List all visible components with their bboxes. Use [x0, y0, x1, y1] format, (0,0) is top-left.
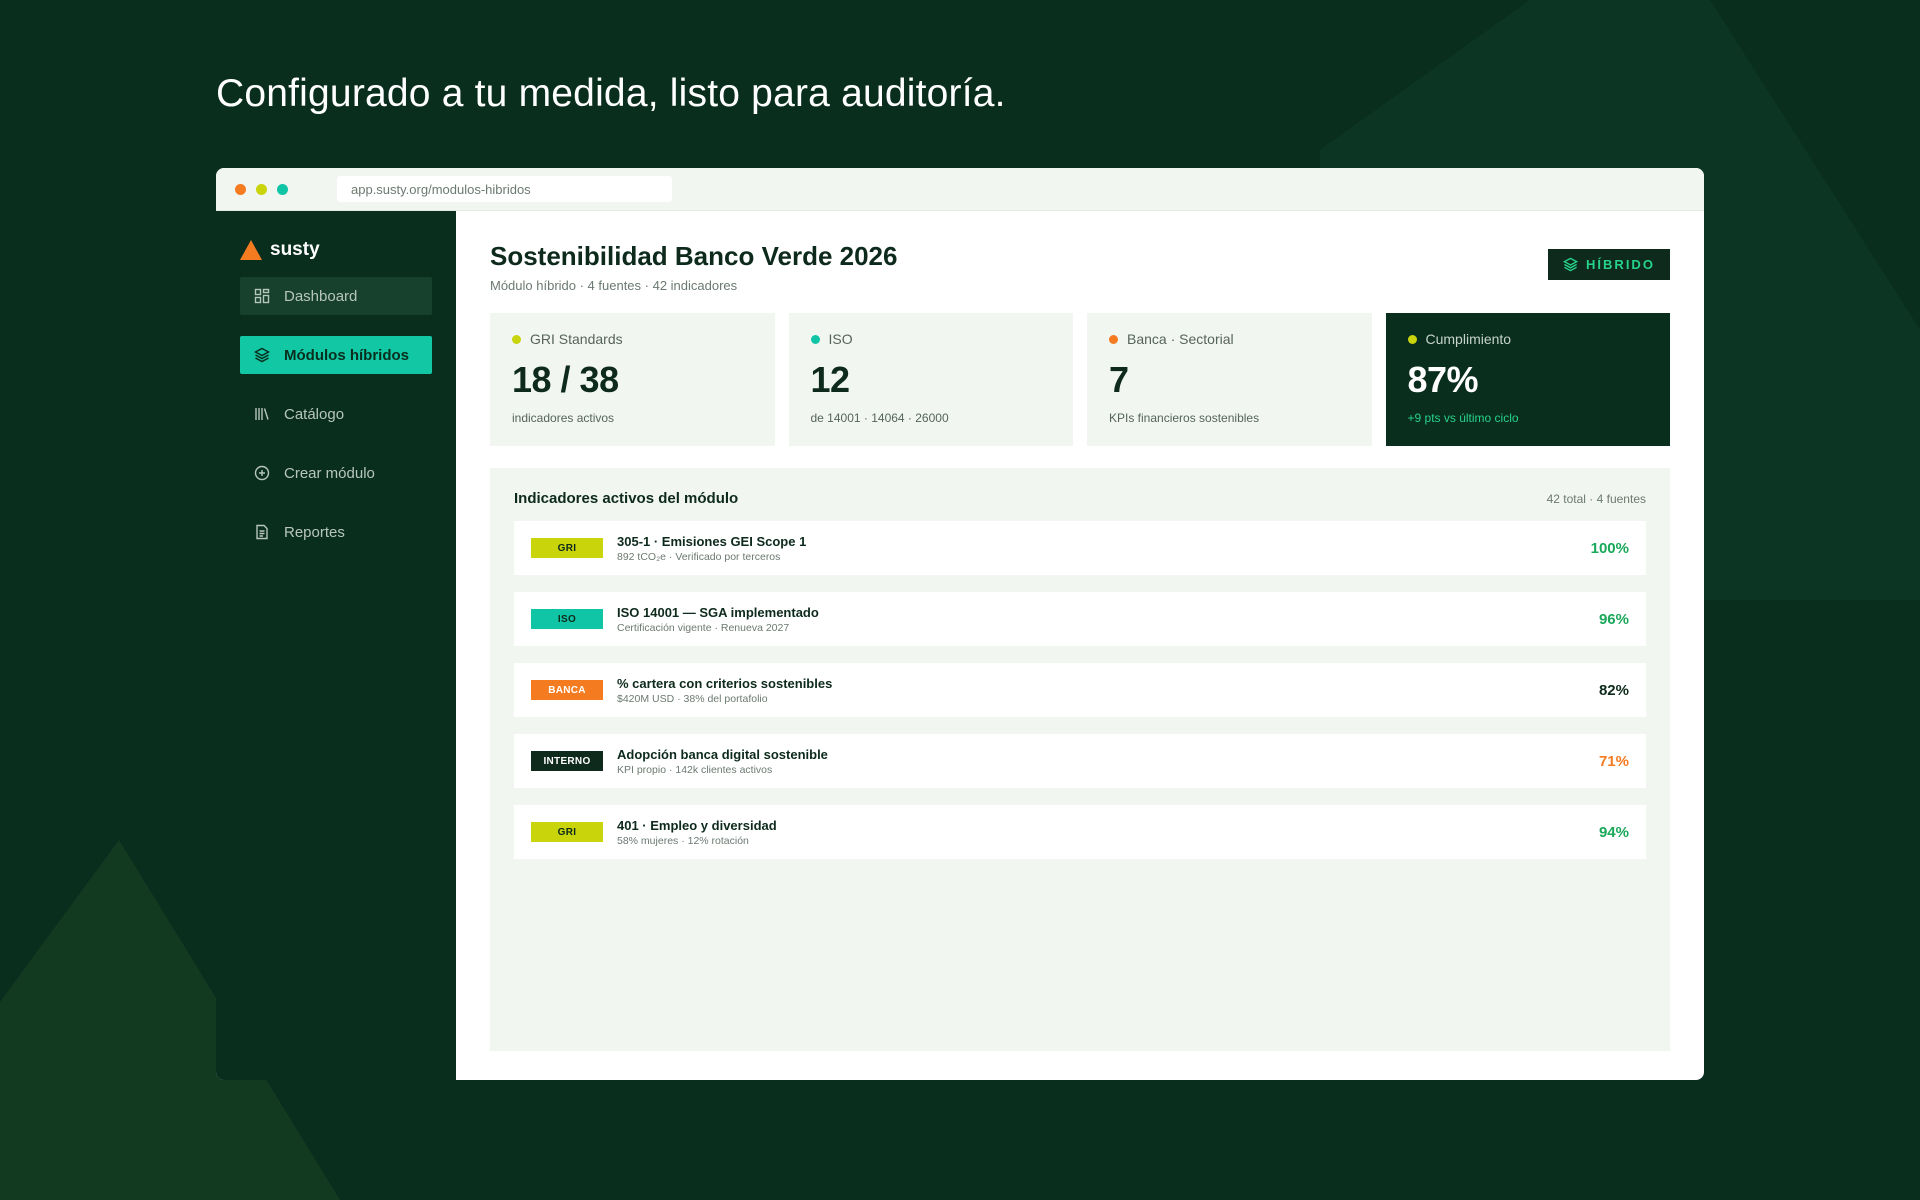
card-note: KPIs financieros sostenibles	[1109, 411, 1260, 425]
sidebar-item-label: Módulos híbridos	[284, 346, 409, 364]
status-dot	[810, 334, 820, 344]
card-label: Banca · Sectorial	[1109, 331, 1350, 347]
indicator-title: % cartera con criterios sostenibles	[617, 675, 833, 691]
hibrido-badge: HÍBRIDO	[1548, 249, 1670, 280]
indicator-percentage: 96%	[1598, 610, 1629, 628]
source-tag: BANCA	[531, 680, 603, 700]
source-tag: GRI	[531, 538, 603, 558]
source-tag: GRI	[531, 822, 603, 842]
browser-titlebar: app.susty.org/modulos-hibridos	[216, 168, 1704, 211]
document-icon	[254, 524, 270, 540]
page-subtitle: Módulo híbrido · 4 fuentes · 42 indicado…	[490, 278, 738, 293]
indicator-text: 401 · Empleo y diversidad 58% mujeres · 1…	[617, 818, 1599, 847]
sidebar-item-dashboard[interactable]: Dashboard	[240, 277, 432, 315]
layers-icon	[1563, 257, 1579, 272]
sidebar-item-label: Crear módulo	[284, 464, 375, 482]
indicator-text: ISO 14001 — SGA implementado Certificació…	[617, 605, 1599, 634]
card-value: 18 / 38	[512, 359, 619, 400]
brand-logo[interactable]: susty	[240, 239, 432, 261]
card-label-text: GRI Standards	[530, 331, 623, 347]
card-note: de 14001 · 14064 · 26000	[810, 411, 949, 425]
indicator-subtitle: $420M USD · 38% del portafolio	[617, 692, 768, 705]
indicator-percentage: 82%	[1598, 681, 1629, 699]
window-maximize-dot[interactable]	[277, 183, 288, 195]
stat-card-banca[interactable]: Banca · Sectorial 7 KPIs financieros sos…	[1087, 313, 1372, 446]
grid-icon	[254, 288, 270, 304]
source-tag: ISO	[531, 609, 603, 629]
sidebar-item-catalogo[interactable]: Catálogo	[240, 395, 432, 433]
indicator-text: 305-1 · Emisiones GEI Scope 1 892 tCO₂e ·…	[617, 534, 1591, 563]
main-content: Sostenibilidad Banco Verde 2026 Módulo h…	[456, 211, 1704, 1080]
plus-circle-icon	[254, 465, 270, 481]
panel-meta: 42 total · 4 fuentes	[1546, 491, 1646, 506]
badge-label: HÍBRIDO	[1586, 257, 1655, 272]
indicator-row[interactable]: INTERNO Adopción banca digital sostenible…	[514, 734, 1646, 788]
card-note: +9 pts vs último ciclo	[1407, 411, 1519, 425]
status-dot	[1109, 334, 1118, 344]
indicator-title: Adopción banca digital sostenible	[617, 746, 828, 762]
status-dot	[512, 334, 521, 344]
sidebar-item-label: Catálogo	[284, 405, 345, 423]
indicator-text: % cartera con criterios sostenibles $420M…	[617, 676, 1599, 705]
panel-header: Indicadores activos del módulo 42 total …	[514, 490, 1646, 507]
card-label: Cumplimiento	[1407, 331, 1649, 347]
status-dot	[1407, 334, 1417, 344]
browser-window: app.susty.org/modulos-hibridos susty Das…	[216, 168, 1704, 1080]
sidebar-item-label: Dashboard	[284, 287, 358, 305]
sidebar-item-reportes[interactable]: Reportes	[240, 513, 432, 551]
headline: Configurado a tu medida, listo para audi…	[216, 72, 1006, 115]
indicator-title: 401 · Empleo y diversidad	[617, 817, 777, 833]
indicator-row[interactable]: BANCA % cartera con criterios sostenibles…	[514, 663, 1646, 717]
window-minimize-dot[interactable]	[256, 183, 267, 195]
indicator-title: ISO 14001 — SGA implementado	[617, 604, 819, 620]
sidebar-item-modulos-hibridos[interactable]: Módulos híbridos	[240, 336, 432, 374]
card-label-text: Cumplimiento	[1425, 331, 1512, 347]
card-value: 12	[810, 359, 851, 400]
indicator-row[interactable]: ISO ISO 14001 — SGA implementado Certifica…	[514, 592, 1646, 646]
stat-cards: GRI Standards 18 / 38 indicadores activo…	[490, 313, 1670, 446]
indicator-subtitle: 58% mujeres · 12% rotación	[617, 834, 749, 847]
indicator-subtitle: 892 tCO₂e · Verificado por terceros	[617, 550, 781, 563]
card-value: 7	[1109, 359, 1129, 400]
sidebar-item-crear-modulo[interactable]: Crear módulo	[240, 454, 432, 492]
indicator-title: 305-1 · Emisiones GEI Scope 1	[617, 533, 807, 549]
sidebar-item-label: Reportes	[284, 523, 345, 541]
indicator-subtitle: KPI propio · 142k clientes activos	[617, 763, 773, 776]
indicator-percentage: 94%	[1598, 823, 1629, 841]
card-note: indicadores activos	[512, 411, 615, 425]
url-bar[interactable]: app.susty.org/modulos-hibridos	[337, 176, 672, 202]
page-header: Sostenibilidad Banco Verde 2026 Módulo h…	[490, 241, 1670, 293]
indicator-text: Adopción banca digital sostenible KPI pro…	[617, 747, 1599, 776]
stat-card-cumplimiento[interactable]: Cumplimiento 87% +9 pts vs último ciclo	[1385, 313, 1670, 446]
sidebar: susty Dashboard Módulos híbridos Catálog…	[216, 211, 456, 1080]
card-label: GRI Standards	[512, 331, 753, 347]
indicator-row[interactable]: GRI 305-1 · Emisiones GEI Scope 1 892 tCO₂…	[514, 521, 1646, 575]
indicator-list: GRI 305-1 · Emisiones GEI Scope 1 892 tCO₂…	[514, 521, 1646, 859]
indicator-percentage: 71%	[1598, 752, 1629, 770]
brand-name: susty	[270, 239, 320, 260]
page-title: Sostenibilidad Banco Verde 2026	[490, 241, 898, 271]
indicators-panel: Indicadores activos del módulo 42 total …	[490, 468, 1670, 1051]
card-value: 87%	[1407, 359, 1479, 400]
indicator-percentage: 100%	[1590, 539, 1629, 557]
indicator-subtitle: Certificación vigente · Renueva 2027	[617, 621, 790, 634]
source-tag: INTERNO	[531, 751, 603, 771]
app-body: susty Dashboard Módulos híbridos Catálog…	[216, 211, 1704, 1080]
stat-card-gri[interactable]: GRI Standards 18 / 38 indicadores activo…	[490, 313, 775, 446]
indicator-row[interactable]: GRI 401 · Empleo y diversidad 58% mujeres …	[514, 805, 1646, 859]
library-icon	[254, 406, 270, 422]
layers-icon	[254, 347, 270, 363]
card-label-text: Banca · Sectorial	[1127, 331, 1234, 347]
card-label: ISO	[810, 331, 1052, 347]
card-label-text: ISO	[828, 331, 853, 347]
window-close-dot[interactable]	[235, 183, 246, 195]
panel-title: Indicadores activos del módulo	[514, 490, 739, 507]
logo-triangle-icon	[240, 240, 262, 260]
stat-card-iso[interactable]: ISO 12 de 14001 · 14064 · 26000	[788, 313, 1073, 446]
